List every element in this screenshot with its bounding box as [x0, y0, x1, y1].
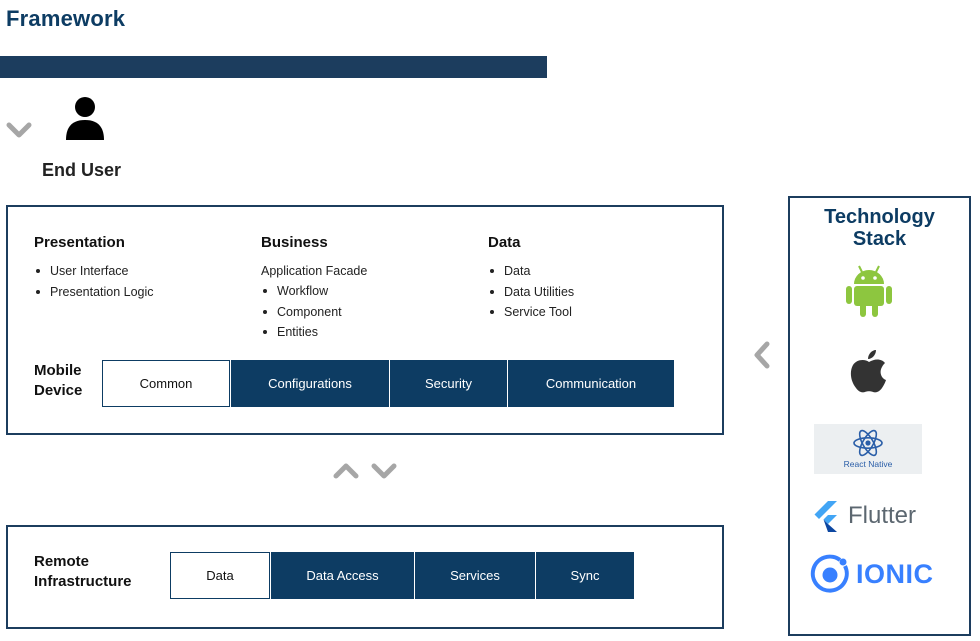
list-item: Presentation Logic [34, 282, 154, 303]
remote-layer-row: Data Data Access Services Sync [170, 552, 634, 599]
layer-configurations: Configurations [230, 360, 389, 407]
layer-communication: Communication [507, 360, 674, 407]
layer-data-access: Data Access [270, 552, 414, 599]
layer-services: Services [414, 552, 535, 599]
data-title: Data [488, 234, 521, 251]
tech-title-line2: Stack [852, 228, 907, 250]
ionic-label: IONIC [856, 559, 934, 589]
title-underline-bar [0, 56, 547, 78]
list-item: User Interface [34, 261, 154, 282]
flutter-icon [814, 501, 837, 532]
flutter-label: Flutter [848, 502, 917, 529]
android-icon [846, 265, 892, 317]
presentation-title: Presentation [34, 234, 125, 251]
mobile-layer-row: Common Configurations Security Communica… [102, 360, 674, 407]
list-item: Component [261, 302, 342, 323]
apple-icon [850, 350, 886, 393]
chevron-up-icon [333, 463, 359, 479]
layer-data: Data [170, 552, 270, 599]
react-icon [853, 429, 883, 457]
remote-infrastructure-panel: Remote Infrastructure Data Data Access S… [6, 525, 724, 629]
list-item: Entities [261, 322, 342, 343]
mobile-device-label-line1: Mobile [34, 362, 82, 379]
list-item: Data [488, 261, 574, 282]
user-icon [66, 97, 104, 140]
business-list: Workflow Component Entities [261, 281, 342, 343]
mobile-device-label: Mobile Device [34, 361, 82, 401]
chevron-left-icon [754, 341, 770, 369]
presentation-list: User Interface Presentation Logic [34, 261, 154, 302]
business-intro: Application Facade [261, 264, 368, 278]
tech-title-line1: Technology [824, 206, 935, 228]
chevron-down-icon [6, 122, 32, 138]
layer-security: Security [389, 360, 507, 407]
remote-label-line1: Remote [34, 553, 90, 570]
mobile-device-panel: Presentation User Interface Presentation… [6, 205, 724, 435]
page-title: Framework [6, 6, 126, 31]
chevron-down-icon [371, 463, 397, 479]
technology-stack-title: Technology Stack [790, 206, 969, 250]
technology-stack-panel: Technology Stack React Native Flutter IO… [788, 196, 971, 636]
mobile-device-label-line2: Device [34, 382, 83, 399]
business-title: Business [261, 234, 328, 251]
end-user-label: End User [42, 160, 122, 180]
list-item: Data Utilities [488, 282, 574, 303]
react-native-logo: React Native [814, 424, 922, 474]
list-item: Workflow [261, 281, 342, 302]
react-native-label: React Native [843, 459, 893, 469]
layer-sync: Sync [535, 552, 634, 599]
remote-label-line2: Infrastructure [34, 573, 132, 590]
ionic-icon [810, 554, 849, 593]
list-item: Service Tool [488, 302, 574, 323]
data-list: Data Data Utilities Service Tool [488, 261, 574, 323]
remote-infrastructure-label: Remote Infrastructure [34, 552, 132, 592]
layer-common: Common [102, 360, 230, 407]
